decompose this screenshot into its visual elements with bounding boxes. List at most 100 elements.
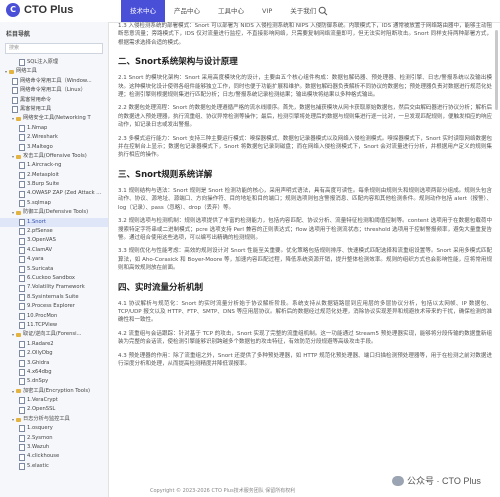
document-icon (19, 444, 25, 452)
sidebar-item[interactable]: 11.TCPView (0, 321, 108, 330)
sidebar-item[interactable]: 2.pfSense (0, 227, 108, 236)
sidebar-item-label: 网络工具 (16, 68, 37, 75)
sidebar-folder[interactable]: ▾ 网络安全工具(Networking T (0, 114, 108, 123)
wechat-icon (392, 475, 404, 486)
logo-mark: C (6, 3, 20, 17)
sidebar-item[interactable]: 2.OllyDbg (0, 349, 108, 358)
sidebar-item[interactable]: 黑客常用工具 (0, 105, 108, 114)
sidebar-item-label: 3.Burp Suite (27, 181, 60, 188)
sidebar-item[interactable]: 3.Maltego (0, 143, 108, 152)
sidebar-item-label: 10.ProcMon (27, 312, 58, 319)
sidebar-item[interactable]: 2.Metasploit (0, 171, 108, 180)
watermark: 公众号 · CTO Plus (392, 474, 481, 487)
paragraph: 2.2 数据包处理流程：Snort 的数据包处理遵循严格的流水线顺序。首先，数据… (118, 105, 492, 129)
document-icon (19, 190, 25, 198)
sidebar-item[interactable]: 网络命令常用工具（Window... (0, 77, 108, 86)
nav-item[interactable]: 产品中心 (165, 0, 209, 22)
sidebar-item[interactable]: 5.dnSpy (0, 377, 108, 386)
sidebar-item[interactable]: 6.Cuckoo Sandbox (0, 274, 108, 283)
document-icon (19, 425, 25, 433)
folder-icon (16, 389, 21, 394)
sidebar-item[interactable]: SQL注入原理 (0, 58, 108, 67)
document-icon (19, 359, 25, 367)
nav-item[interactable]: 工具中心 (209, 0, 253, 22)
sidebar-item[interactable]: 3.Burp Suite (0, 180, 108, 189)
sidebar-item[interactable]: 3.OpenVAS (0, 236, 108, 245)
paragraph: 3.2 规则选项与检测机制：规则选项提供了丰富的检测能力，包括内容匹配、协议分析… (118, 218, 492, 241)
section-heading: 四、实时流量分析机制 (118, 282, 204, 293)
sidebar-item[interactable]: 7.Volatility Framework (0, 283, 108, 292)
document-icon (19, 303, 25, 311)
document-icon (19, 369, 25, 377)
sidebar-item[interactable]: 1.osquery (0, 424, 108, 433)
document-icon (19, 218, 25, 226)
scrollbar[interactable] (495, 30, 498, 110)
sidebar-item[interactable]: 8.Sysinternals Suite (0, 293, 108, 302)
sidebar-item[interactable]: 4.clickhouse (0, 452, 108, 461)
document-icon (12, 106, 18, 114)
sidebar-item[interactable]: 4.OWASP ZAP (Zed Attack ... (0, 189, 108, 198)
sidebar-item-label: 2.OllyDbg (27, 350, 53, 357)
document-icon (19, 228, 25, 236)
sidebar-item-label: 5.Suricata (27, 265, 54, 272)
sidebar-item[interactable]: 4.ClamAV (0, 246, 108, 255)
sidebar-item[interactable]: 5.sqlmap (0, 199, 108, 208)
sidebar-item[interactable]: 1.Aircrack-ng (0, 161, 108, 170)
sidebar-item-label: 防御工具(Defensive Tools) (23, 209, 89, 216)
document-icon (19, 275, 25, 283)
sidebar-item[interactable]: 1.Nmap (0, 124, 108, 133)
sidebar-item-label: 1.Nmap (27, 124, 48, 131)
sidebar-folder[interactable]: ▾ 日志分析与监控工具 (0, 415, 108, 424)
nav-item[interactable]: VIP (253, 0, 281, 22)
watermark-text: 公众号 · CTO Plus (407, 476, 481, 486)
sidebar-item[interactable]: 3.Ghidra (0, 359, 108, 368)
sidebar-item-label: 黑客常用工具 (20, 105, 52, 112)
paragraph: 4.1 协议解析与规范化：Snort 的实时流量分析始于协议解析阶段。系统支持从… (118, 300, 492, 324)
sidebar-item[interactable]: 1.Snort (0, 217, 108, 228)
sidebar-item[interactable]: 5.elastic (0, 462, 108, 471)
sidebar-item-label: 6.Cuckoo Sandbox (27, 274, 75, 281)
sidebar-item-label: 8.Sysinternals Suite (27, 293, 79, 300)
sidebar-item-label: 1.Radare2 (27, 340, 54, 347)
sidebar-item[interactable]: 黑客常用命令 (0, 96, 108, 105)
folder-icon (16, 210, 21, 215)
folder-icon (9, 70, 14, 75)
sidebar-item[interactable]: 2.Sysmon (0, 434, 108, 443)
logo[interactable]: C CTO Plus (6, 3, 73, 17)
sidebar-folder[interactable]: ▾ 攻击工具(Offensive Tools) (0, 152, 108, 161)
document-icon (19, 378, 25, 386)
sidebar-item[interactable]: 2.OpenSSL (0, 405, 108, 414)
sidebar-item[interactable]: 5.Suricata (0, 265, 108, 274)
sidebar: 栏目导航 搜索 SQL注入原理 ▾ 网络工具 网络命令常用工具（Window... 网络… (0, 22, 109, 497)
sidebar-folder[interactable]: ▾ 加密工具(Encryption Tools) (0, 387, 108, 396)
sidebar-item[interactable]: 4.x64dbg (0, 368, 108, 377)
sidebar-item[interactable]: 1.VeraCrypt (0, 396, 108, 405)
top-bar: C CTO Plus 技术中心 产品中心 工具中心 VIP 关于我们 (0, 0, 500, 23)
sidebar-item-label: 网络命令常用工具（Linux） (20, 87, 86, 94)
sidebar-item[interactable]: 1.Radare2 (0, 340, 108, 349)
sidebar-folder[interactable]: ▾ 防御工具(Defensive Tools) (0, 208, 108, 217)
sidebar-item[interactable]: 10.ProcMon (0, 312, 108, 321)
sidebar-item-label: 3.Maltego (27, 143, 53, 150)
sidebar-item-label: 加密工具(Encryption Tools) (23, 387, 91, 394)
folder-icon (16, 117, 21, 122)
document-icon (19, 247, 25, 254)
sidebar-item[interactable]: 9.Process Explorer (0, 302, 108, 311)
nav-item[interactable]: 技术中心 (121, 0, 165, 22)
document-icon (19, 462, 25, 470)
sidebar-item-label: 2.OpenSSL (27, 406, 56, 413)
sidebar-item-label: SQL注入原理 (27, 59, 59, 65)
sidebar-item[interactable]: 2.Wireshark (0, 133, 108, 142)
sidebar-search-input[interactable]: 搜索 (5, 43, 103, 54)
sidebar-item-label: 取证/逆向工具(Forensi... (23, 331, 82, 338)
paragraph: 2.1 Snort 的模块化架构：Snort 采用高度模块化的设计，主要由五个核… (118, 75, 492, 99)
footer-copyright: Copyright © 2023-2026 CTO Plus技术服务团队 保留所… (150, 488, 296, 494)
search-icon[interactable] (318, 6, 328, 16)
sidebar-item[interactable]: 3.Wazuh (0, 443, 108, 452)
sidebar-item-label: 2.Wireshark (27, 134, 58, 141)
sidebar-item[interactable]: 4.yara (0, 255, 108, 264)
sidebar-item[interactable]: 网络命令常用工具（Linux） (0, 86, 108, 95)
sidebar-item-label: 7.Volatility Framework (27, 284, 85, 291)
sidebar-folder[interactable]: ▾ 取证/逆向工具(Forensi... (0, 330, 108, 339)
sidebar-folder[interactable]: ▾ 网络工具 (0, 67, 108, 76)
